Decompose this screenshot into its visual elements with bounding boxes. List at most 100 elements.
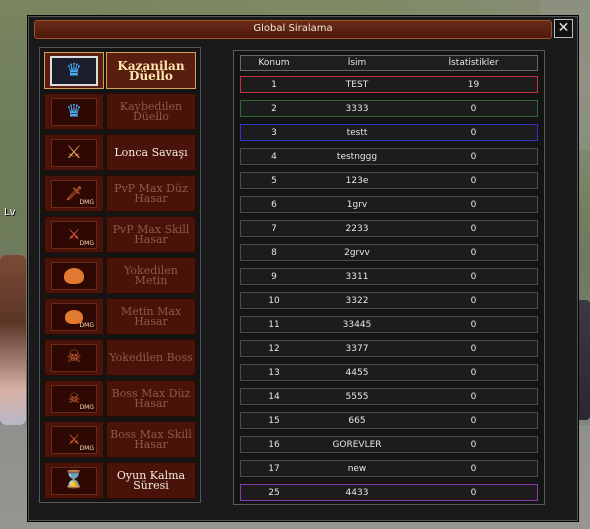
boss-demon-icon: ☠	[51, 343, 97, 372]
category-boss-max-skill-hasar[interactable]: ⚔ DMG Boss Max Skill Hasar	[44, 421, 196, 458]
category-kaybedilen-d-ello[interactable]: ♛ Kaybedilen Düello	[44, 93, 196, 130]
row-stat: 0	[470, 248, 477, 258]
header-rank: Konum	[258, 58, 290, 68]
header-stat: İstatistikler	[448, 58, 499, 68]
row-rank: 15	[268, 416, 280, 426]
row-name: new	[347, 464, 367, 474]
row-name: 2233	[345, 224, 369, 234]
category-metin-max-hasar[interactable]: DMG Metin Max Hasar	[44, 298, 196, 335]
ranking-row[interactable]: 14 5555 0	[240, 388, 538, 405]
row-name: 3311	[345, 272, 369, 282]
ranking-row[interactable]: 16 GOREVLER 0	[240, 436, 538, 453]
ranking-row[interactable]: 15 665 0	[240, 412, 538, 429]
category-icon-frame: ⚔	[44, 134, 104, 171]
row-stat: 0	[470, 488, 477, 498]
row-name: GOREVLER	[332, 440, 382, 450]
category-icon-frame: ♛	[44, 93, 104, 130]
row-rank: 4	[271, 152, 277, 162]
ranking-row[interactable]: 9 3311 0	[240, 268, 538, 285]
window-title: Global Siralama	[253, 23, 333, 34]
ranking-row[interactable]: 7 2233 0	[240, 220, 538, 237]
row-rank: 12	[268, 344, 280, 354]
crossed-swords-icon: ⚔	[51, 138, 97, 167]
ranking-row[interactable]: 1 TEST 19	[240, 76, 538, 93]
boss-dmg-icon: ☠ DMG	[51, 384, 97, 413]
category-yokedilen-metin[interactable]: Yokedilen Metin	[44, 257, 196, 294]
category-yokedilen-boss[interactable]: ☠ Yokedilen Boss	[44, 339, 196, 376]
row-rank: 11	[268, 320, 280, 330]
category-label: Yokedilen Boss	[106, 339, 196, 376]
row-rank: 7	[271, 224, 277, 234]
row-stat: 0	[470, 320, 477, 330]
row-stat: 0	[470, 272, 477, 282]
ranking-row[interactable]: 13 4455 0	[240, 364, 538, 381]
ranking-header: Konum İsim İstatistikler	[240, 55, 538, 71]
row-stat: 0	[470, 224, 477, 234]
ranking-row[interactable]: 17 new 0	[240, 460, 538, 477]
player-name-tag: Lv	[4, 207, 16, 218]
category-oyun-kalma-s-resi[interactable]: ⌛ Oyun Kalma Süresi	[44, 462, 196, 499]
category-label: Yokedilen Metin	[106, 257, 196, 294]
row-name: 665	[348, 416, 366, 426]
row-rank: 16	[268, 440, 280, 450]
row-name: 33445	[342, 320, 372, 330]
category-icon-frame: ☠ DMG	[44, 380, 104, 417]
row-stat: 0	[470, 344, 477, 354]
category-lonca-sava-[interactable]: ⚔ Lonca Savaşı	[44, 134, 196, 171]
stone-icon	[51, 261, 97, 290]
category-pvp-max-skill-hasar[interactable]: ⚔ DMG PvP Max Skill Hasar	[44, 216, 196, 253]
row-name: 4433	[345, 488, 369, 498]
category-kazanilan-d-ello[interactable]: ♛ Kazanilan Düello	[44, 52, 196, 89]
ranking-row[interactable]: 6 1grv 0	[240, 196, 538, 213]
close-button[interactable]: ✕	[554, 19, 573, 38]
category-pvp-max-d-z-hasar[interactable]: 🗡 DMG PvP Max Düz Hasar	[44, 175, 196, 212]
category-icon-frame: 🗡 DMG	[44, 175, 104, 212]
row-name: 3377	[345, 344, 369, 354]
title-bar[interactable]: Global Siralama	[34, 20, 552, 39]
header-name: İsim	[347, 58, 367, 68]
row-rank: 17	[268, 464, 280, 474]
row-rank: 25	[268, 488, 280, 498]
row-stat: 0	[470, 296, 477, 306]
row-stat: 0	[470, 200, 477, 210]
ranking-row[interactable]: 2 3333 0	[240, 100, 538, 117]
row-rank: 9	[271, 272, 277, 282]
row-name: testt	[346, 128, 368, 138]
row-stat: 0	[470, 176, 477, 186]
row-rank: 6	[271, 200, 277, 210]
category-icon-frame: ☠	[44, 339, 104, 376]
category-label: Lonca Savaşı	[106, 134, 196, 171]
hourglass-icon: ⌛	[51, 466, 97, 495]
ranking-row[interactable]: 3 testt 0	[240, 124, 538, 141]
row-stat: 0	[470, 368, 477, 378]
row-stat: 19	[467, 80, 480, 90]
crown-icon: ♛	[50, 55, 98, 86]
boss-skill-dmg-icon: ⚔ DMG	[51, 425, 97, 454]
stone-dmg-icon: DMG	[51, 302, 97, 331]
ranking-row[interactable]: 4 testnggg 0	[240, 148, 538, 165]
player-character[interactable]	[0, 255, 26, 425]
row-name: 1grv	[346, 200, 368, 210]
row-rank: 10	[268, 296, 280, 306]
category-label: PvP Max Düz Hasar	[106, 175, 196, 212]
row-name: 3333	[345, 104, 369, 114]
row-name: 5555	[345, 392, 369, 402]
global-ranking-window: Global Siralama ✕ ♛ Kazanilan Düello ♛ Kayb…	[27, 15, 579, 522]
row-stat: 0	[470, 464, 477, 474]
sword-skill-dmg-icon: ⚔ DMG	[51, 220, 97, 249]
category-label: Metin Max Hasar	[106, 298, 196, 335]
category-panel: ♛ Kazanilan Düello ♛ Kaybedilen Düello ⚔ Lonc…	[39, 47, 201, 503]
category-icon-frame: DMG	[44, 298, 104, 335]
ranking-row[interactable]: 25 4433 0	[240, 484, 538, 501]
category-label: Oyun Kalma Süresi	[106, 462, 196, 499]
ranking-row[interactable]: 10 3322 0	[240, 292, 538, 309]
sword-dmg-icon: 🗡 DMG	[51, 179, 97, 208]
ranking-row[interactable]: 12 3377 0	[240, 340, 538, 357]
category-icon-frame	[44, 257, 104, 294]
row-stat: 0	[470, 152, 477, 162]
ranking-row[interactable]: 11 33445 0	[240, 316, 538, 333]
ranking-row[interactable]: 5 123e 0	[240, 172, 538, 189]
category-boss-max-d-z-hasar[interactable]: ☠ DMG Boss Max Düz Hasar	[44, 380, 196, 417]
row-name: 3322	[345, 296, 369, 306]
ranking-row[interactable]: 8 2grvv 0	[240, 244, 538, 261]
